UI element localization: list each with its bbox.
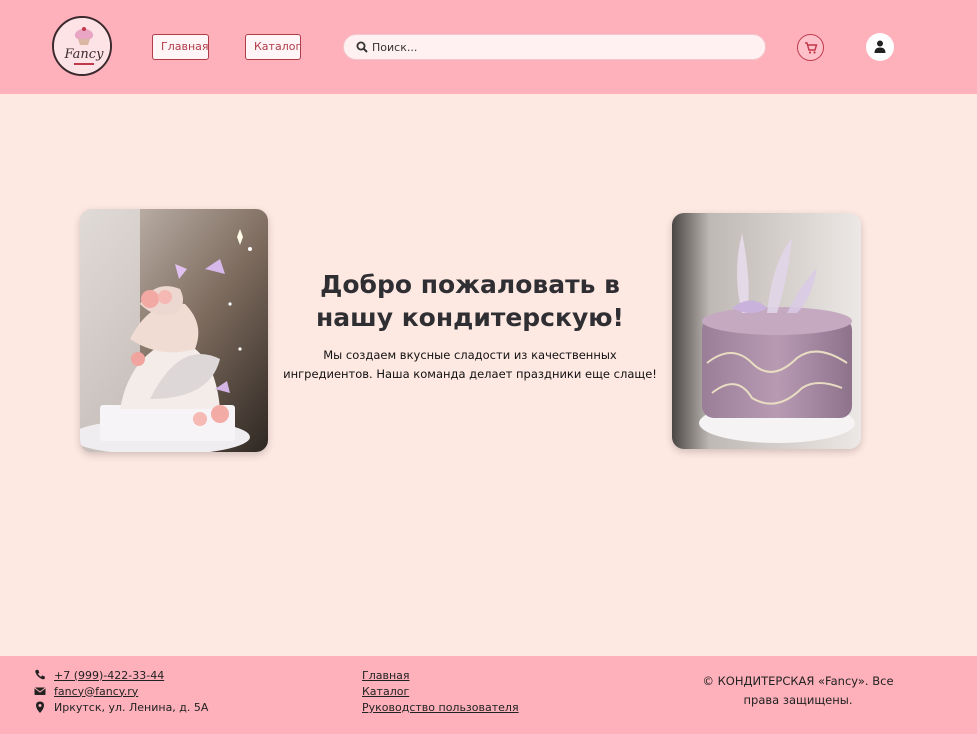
site-footer: +7 (999)-422-33-44 fancy@fancy.ry Иркутс… bbox=[0, 656, 977, 734]
phone-link[interactable]: +7 (999)-422-33-44 bbox=[54, 669, 164, 682]
cake-photo-white bbox=[80, 209, 268, 452]
search-input[interactable] bbox=[372, 35, 752, 59]
cart-icon bbox=[805, 42, 818, 54]
user-profile-button[interactable] bbox=[866, 33, 894, 61]
nav-catalog-button[interactable]: Каталог bbox=[245, 34, 301, 60]
email-link[interactable]: fancy@fancy.ry bbox=[54, 685, 138, 698]
footer-link-home[interactable]: Главная bbox=[362, 668, 519, 684]
footer-phone: +7 (999)-422-33-44 bbox=[34, 668, 164, 682]
svg-text:Fancy: Fancy bbox=[64, 47, 105, 62]
hero-title: Добро пожаловать в нашу кондитерскую! bbox=[316, 270, 624, 332]
site-header: Fancy Главная Каталог bbox=[0, 0, 977, 94]
search-bar bbox=[343, 34, 766, 60]
cupcake-logo-icon: Fancy bbox=[54, 18, 110, 74]
footer-link-catalog[interactable]: Каталог bbox=[362, 684, 519, 700]
nav-home-button[interactable]: Главная bbox=[152, 34, 209, 60]
cart-button[interactable] bbox=[797, 34, 824, 61]
location-pin-icon bbox=[36, 701, 44, 713]
footer-links: Главная Каталог Руководство пользователя bbox=[362, 668, 519, 716]
logo[interactable]: Fancy bbox=[52, 16, 112, 76]
hero-description: Мы создаем вкусные сладости из качествен… bbox=[283, 348, 657, 381]
footer-link-user-guide[interactable]: Руководство пользователя bbox=[362, 700, 519, 716]
search-icon bbox=[356, 41, 368, 53]
copyright-text: © КОНДИТЕРСКАЯ «Fancy». Все права защище… bbox=[702, 674, 894, 707]
cake-image-left bbox=[80, 209, 268, 452]
user-icon bbox=[874, 40, 886, 53]
cake-photo-purple bbox=[672, 213, 861, 449]
footer-address: Иркутск, ул. Ленина, д. 5А bbox=[34, 700, 208, 714]
footer-email: fancy@fancy.ry bbox=[34, 684, 138, 698]
phone-icon bbox=[35, 669, 45, 680]
envelope-icon bbox=[34, 687, 46, 695]
cake-image-right bbox=[672, 213, 861, 449]
address-text: Иркутск, ул. Ленина, д. 5А bbox=[54, 700, 209, 714]
